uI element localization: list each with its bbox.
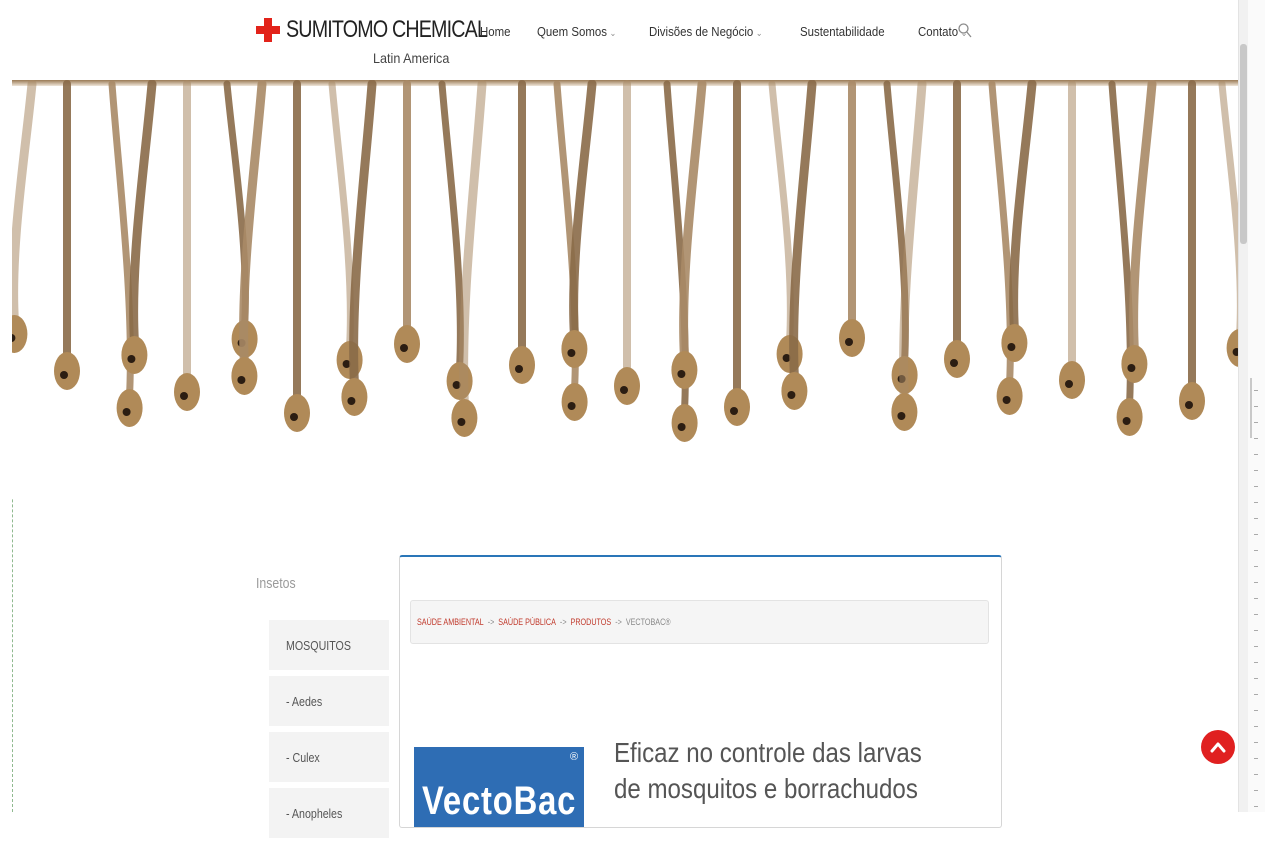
registered-mark: ® xyxy=(570,751,579,763)
nav-home[interactable]: Home xyxy=(480,24,511,39)
ruler-tick xyxy=(1254,726,1258,727)
sidebar-item-label: MOSQUITOS xyxy=(286,637,351,653)
ruler-tick xyxy=(1254,598,1258,599)
ruler-tick xyxy=(1254,486,1258,487)
hero-image xyxy=(12,80,1238,442)
sidebar-item-label: - Culex xyxy=(286,749,320,765)
larva xyxy=(12,80,37,353)
ruler-tick xyxy=(1254,550,1258,551)
ruler-tick xyxy=(1254,534,1258,535)
nav-label: Sustentabilidade xyxy=(799,24,885,39)
sidebar-item-anopheles[interactable]: - Anopheles xyxy=(269,788,389,838)
ruler-tick xyxy=(1254,806,1258,807)
ruler-tick xyxy=(1254,694,1258,695)
breadcrumb-produtos[interactable]: PRODUTOS xyxy=(571,617,612,627)
sidebar-menu: MOSQUITOS - Aedes - Culex - Anopheles xyxy=(269,620,389,844)
ruler-tick xyxy=(1254,454,1258,455)
brand-name: SUMITOMO CHEMICAL xyxy=(286,16,488,43)
larva xyxy=(839,80,865,357)
ruler-tick xyxy=(1254,406,1258,407)
nav-label: Home xyxy=(480,24,511,39)
sidebar-item-label: - Aedes xyxy=(286,693,323,709)
hero-banner-mosquito-larvae xyxy=(12,80,1238,498)
nav-label: Divisões de Negócio xyxy=(648,24,754,39)
nav-sustentabilidade[interactable]: Sustentabilidade xyxy=(800,24,885,39)
breadcrumb: SAÚDE AMBIENTAL -> SAÚDE PÚBLICA -> PROD… xyxy=(410,600,989,644)
larva xyxy=(394,80,420,363)
larva xyxy=(944,80,970,378)
ruler-tick xyxy=(1254,422,1258,423)
brand-mark-icon xyxy=(256,18,280,42)
breadcrumb-separator: -> xyxy=(487,617,495,627)
ruler-marker xyxy=(1250,378,1252,438)
sidebar-item-aedes[interactable]: - Aedes xyxy=(269,676,389,726)
back-to-top-button[interactable] xyxy=(1201,730,1235,764)
ruler-tick xyxy=(1254,662,1258,663)
site-header: SUMITOMO CHEMICAL Latin America Home Que… xyxy=(0,0,1238,80)
main-nav: Home Quem Somos ⌄ Divisões de Negócio ⌄ Su… xyxy=(480,24,996,39)
ruler-tick xyxy=(1254,614,1258,615)
ruler-tick xyxy=(1254,390,1258,391)
product-content-panel: SAÚDE AMBIENTAL -> SAÚDE PÚBLICA -> PROD… xyxy=(399,555,1002,828)
ruler-tick xyxy=(1254,582,1258,583)
product-headline: Eficaz no controle das larvas de mosquit… xyxy=(614,737,922,804)
larva xyxy=(174,80,200,411)
chevron-up-icon xyxy=(1210,742,1226,753)
ruler-tick xyxy=(1254,470,1258,471)
nav-label: Contato xyxy=(917,24,959,39)
sidebar-item-culex[interactable]: - Culex xyxy=(269,732,389,782)
larva xyxy=(1179,80,1205,420)
nav-label: Quem Somos xyxy=(536,24,607,39)
sidebar-title: Insetos xyxy=(256,575,296,592)
vectobac-logo: VectoBac ® xyxy=(414,747,584,827)
ruler-tick xyxy=(1254,518,1258,519)
larva xyxy=(284,80,310,432)
sidebar-item-mosquitos[interactable]: MOSQUITOS xyxy=(269,620,389,670)
sidebar-item-label: - Anopheles xyxy=(286,805,343,821)
ruler-tick xyxy=(1254,710,1258,711)
ruler-tick xyxy=(1254,742,1258,743)
side-ruler xyxy=(1248,0,1265,812)
chevron-down-icon: ⌄ xyxy=(609,28,616,38)
ruler-tick xyxy=(1254,646,1258,647)
larva xyxy=(509,80,535,384)
brand-logo[interactable]: SUMITOMO CHEMICAL Latin America xyxy=(256,12,488,72)
breadcrumb-separator: -> xyxy=(559,617,567,627)
breadcrumb-saude-ambiental[interactable]: SAÚDE AMBIENTAL xyxy=(417,617,484,627)
search-icon[interactable] xyxy=(957,22,973,40)
breadcrumb-separator: -> xyxy=(615,617,622,627)
page-scrollbar[interactable] xyxy=(1238,0,1248,812)
ruler-tick xyxy=(1254,502,1258,503)
scrollbar-thumb[interactable] xyxy=(1240,44,1247,244)
breadcrumb-current: VECTOBAC® xyxy=(625,617,671,627)
larva xyxy=(54,80,80,390)
larva xyxy=(1218,80,1238,367)
ruler-tick xyxy=(1254,678,1258,679)
ruler-tick xyxy=(1254,758,1258,759)
ruler-tick xyxy=(1254,630,1258,631)
nav-quem-somos[interactable]: Quem Somos ⌄ xyxy=(537,24,616,39)
brand-region: Latin America xyxy=(373,50,450,66)
ruler-tick xyxy=(1254,438,1258,439)
breadcrumb-saude-publica[interactable]: SAÚDE PÚBLICA xyxy=(498,617,556,627)
nav-divisoes[interactable]: Divisões de Negócio ⌄ xyxy=(649,24,763,39)
chevron-down-icon: ⌄ xyxy=(755,28,763,38)
ruler-tick xyxy=(1254,790,1258,791)
ruler-tick xyxy=(1254,566,1258,567)
ruler-tick xyxy=(1254,774,1258,775)
larva xyxy=(614,80,640,405)
larva xyxy=(724,80,750,426)
larva xyxy=(1059,80,1085,399)
product-logo-text: VectoBac xyxy=(422,779,577,823)
